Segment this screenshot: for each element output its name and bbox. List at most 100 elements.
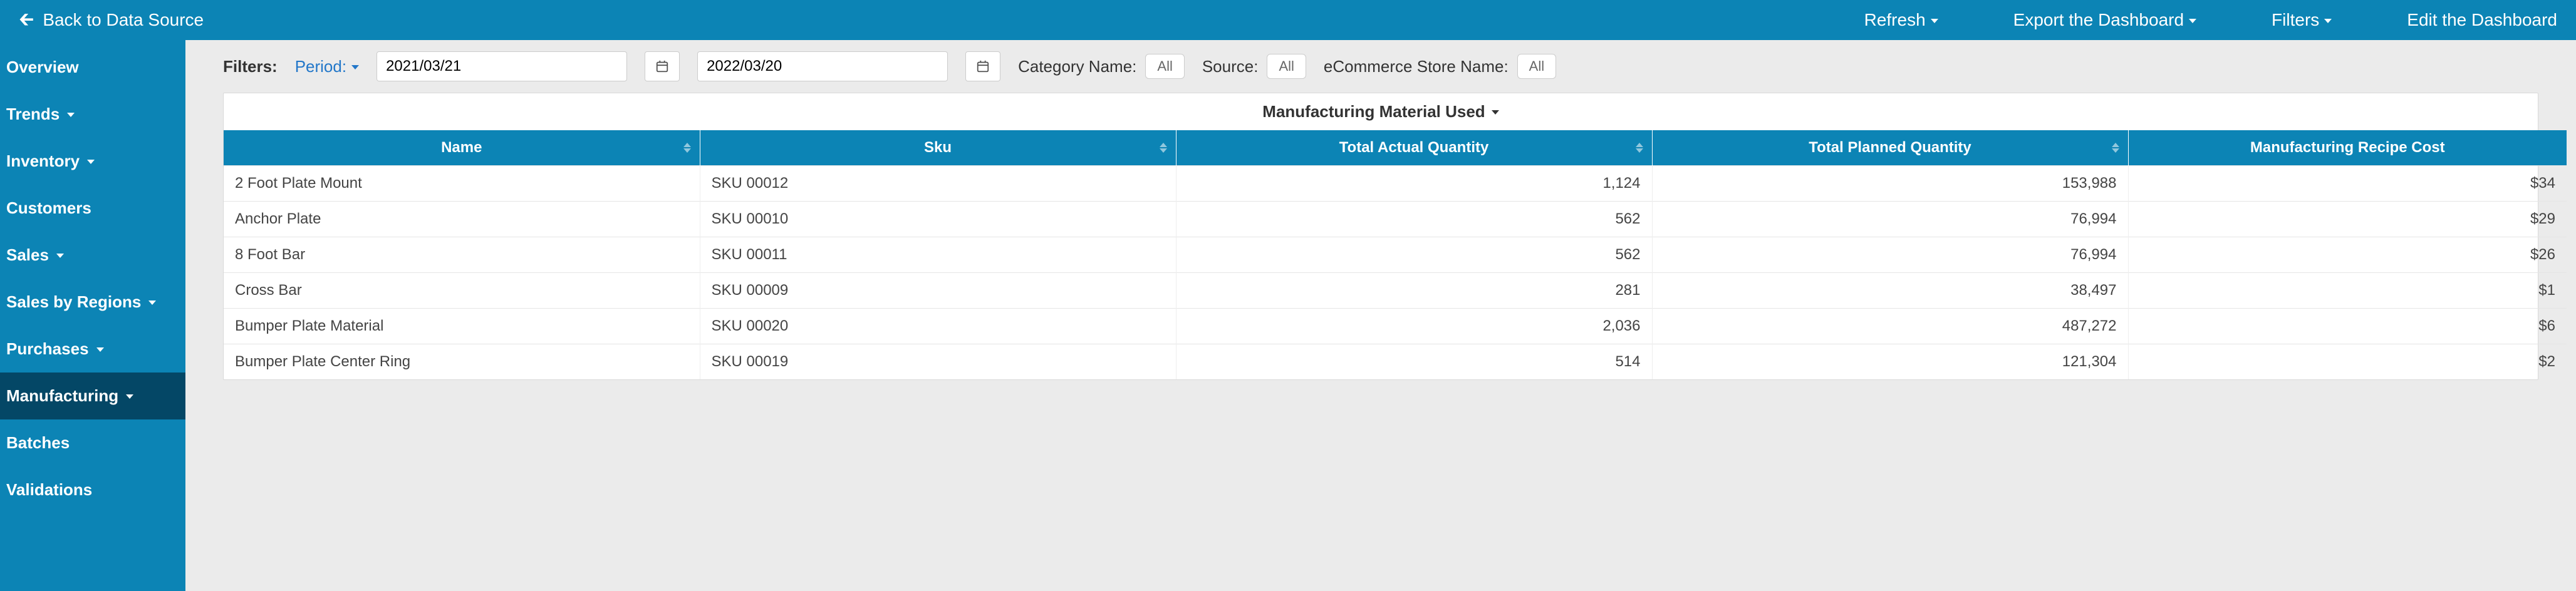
cell-sku: SKU 00009 — [700, 273, 1176, 309]
sidebar-item-sales-by-regions[interactable]: Sales by Regions — [0, 279, 185, 326]
cell-sku: SKU 00011 — [700, 237, 1176, 273]
chevron-down-icon — [56, 254, 64, 258]
col-planned-qty[interactable]: Total Planned Quantity — [1652, 130, 2128, 166]
sidebar-item-label: Overview — [6, 58, 79, 77]
refresh-button[interactable]: Refresh — [1864, 10, 1938, 30]
sidebar-item-label: Trends — [6, 105, 60, 124]
calendar-start-button[interactable] — [645, 51, 680, 81]
sidebar-item-purchases[interactable]: Purchases — [0, 326, 185, 373]
sidebar-item-label: Purchases — [6, 339, 89, 359]
sidebar-item-trends[interactable]: Trends — [0, 91, 185, 138]
sidebar-item-manufacturing[interactable]: Manufacturing — [0, 373, 185, 419]
filters-dropdown-button[interactable]: Filters — [2272, 10, 2332, 30]
sidebar: Overview Trends Inventory Customers Sales Sal… — [0, 40, 185, 591]
cell-planned-qty: 153,988 — [1652, 166, 2128, 202]
topbar: 🡰 Back to Data Source Refresh Export the… — [0, 0, 2576, 40]
back-label: Back to Data Source — [43, 10, 204, 30]
sort-icon — [1636, 143, 1643, 153]
cell-actual-qty: 2,036 — [1176, 309, 1652, 344]
cell-recipe-cost: $26 — [2128, 237, 2567, 273]
store-name-filter[interactable]: All — [1517, 54, 1556, 79]
content: Filters: Period: Category Name: All Sour… — [185, 40, 2576, 591]
cell-planned-qty: 121,304 — [1652, 344, 2128, 380]
material-table: Name Sku Total Actual Quantity Total Pla… — [224, 130, 2567, 379]
chevron-down-icon — [67, 113, 75, 117]
cell-name: Bumper Plate Center Ring — [224, 344, 700, 380]
col-sku[interactable]: Sku — [700, 130, 1176, 166]
sidebar-item-customers[interactable]: Customers — [0, 185, 185, 232]
col-recipe-cost[interactable]: Manufacturing Recipe Cost — [2128, 130, 2567, 166]
panel-manufacturing-material-used: Manufacturing Material Used Name Sku Tot… — [223, 93, 2538, 380]
source-filter[interactable]: All — [1267, 54, 1306, 79]
chevron-down-icon — [2324, 19, 2332, 23]
chevron-down-icon — [148, 301, 156, 305]
cell-sku: SKU 00010 — [700, 202, 1176, 237]
cell-planned-qty: 38,497 — [1652, 273, 2128, 309]
cell-planned-qty: 76,994 — [1652, 237, 2128, 273]
sidebar-item-sales[interactable]: Sales — [0, 232, 185, 279]
chevron-down-icon — [1492, 110, 1499, 115]
chevron-down-icon — [351, 65, 359, 69]
sidebar-item-batches[interactable]: Batches — [0, 419, 185, 466]
cell-name: 2 Foot Plate Mount — [224, 166, 700, 202]
date-start-input[interactable] — [377, 51, 627, 81]
sidebar-item-label: Sales — [6, 245, 49, 265]
calendar-end-button[interactable] — [965, 51, 1000, 81]
edit-dashboard-button[interactable]: Edit the Dashboard — [2407, 10, 2557, 30]
cell-recipe-cost: $6 — [2128, 309, 2567, 344]
sidebar-item-validations[interactable]: Validations — [0, 466, 185, 513]
table-row[interactable]: 8 Foot BarSKU 0001156276,994$26 — [224, 237, 2567, 273]
sort-icon — [683, 143, 691, 153]
sidebar-item-label: Sales by Regions — [6, 292, 141, 312]
period-dropdown[interactable]: Period: — [295, 57, 359, 76]
cell-actual-qty: 1,124 — [1176, 166, 1652, 202]
panel-title-dropdown[interactable]: Manufacturing Material Used — [224, 93, 2538, 130]
sidebar-item-inventory[interactable]: Inventory — [0, 138, 185, 185]
chevron-down-icon — [126, 394, 133, 399]
table-row[interactable]: 2 Foot Plate MountSKU 000121,124153,988$… — [224, 166, 2567, 202]
cell-actual-qty: 562 — [1176, 237, 1652, 273]
sidebar-item-label: Manufacturing — [6, 386, 118, 406]
sidebar-item-overview[interactable]: Overview — [0, 44, 185, 91]
col-actual-qty[interactable]: Total Actual Quantity — [1176, 130, 1652, 166]
cell-name: Anchor Plate — [224, 202, 700, 237]
chevron-down-icon — [96, 347, 104, 352]
cell-actual-qty: 281 — [1176, 273, 1652, 309]
filters-heading: Filters: — [223, 57, 278, 76]
cell-recipe-cost: $29 — [2128, 202, 2567, 237]
category-name-filter[interactable]: All — [1145, 54, 1184, 79]
sort-icon — [2112, 143, 2119, 153]
chevron-down-icon — [2189, 19, 2196, 23]
cell-name: 8 Foot Bar — [224, 237, 700, 273]
table-row[interactable]: Bumper Plate Center RingSKU 00019514121,… — [224, 344, 2567, 380]
cell-name: Bumper Plate Material — [224, 309, 700, 344]
table-row[interactable]: Bumper Plate MaterialSKU 000202,036487,2… — [224, 309, 2567, 344]
cell-planned-qty: 76,994 — [1652, 202, 2128, 237]
back-to-data-source-link[interactable]: 🡰 Back to Data Source — [19, 10, 204, 30]
cell-name: Cross Bar — [224, 273, 700, 309]
calendar-icon — [976, 59, 990, 73]
cell-actual-qty: 514 — [1176, 344, 1652, 380]
table-row[interactable]: Cross BarSKU 0000928138,497$1 — [224, 273, 2567, 309]
filters-bar: Filters: Period: Category Name: All Sour… — [185, 40, 2576, 93]
cell-sku: SKU 00012 — [700, 166, 1176, 202]
date-end-input[interactable] — [697, 51, 948, 81]
sidebar-item-label: Validations — [6, 480, 92, 500]
cell-recipe-cost: $2 — [2128, 344, 2567, 380]
cell-actual-qty: 562 — [1176, 202, 1652, 237]
cell-recipe-cost: $1 — [2128, 273, 2567, 309]
cell-recipe-cost: $34 — [2128, 166, 2567, 202]
topbar-actions: Refresh Export the Dashboard Filters Edi… — [1864, 10, 2557, 30]
col-name[interactable]: Name — [224, 130, 700, 166]
arrow-left-icon: 🡰 — [19, 11, 34, 29]
chevron-down-icon — [1931, 19, 1938, 23]
export-dashboard-button[interactable]: Export the Dashboard — [2013, 10, 2196, 30]
category-name-label: Category Name: — [1018, 57, 1136, 76]
chevron-down-icon — [87, 160, 95, 164]
table-row[interactable]: Anchor PlateSKU 0001056276,994$29 — [224, 202, 2567, 237]
cell-planned-qty: 487,272 — [1652, 309, 2128, 344]
store-name-label: eCommerce Store Name: — [1324, 57, 1509, 76]
layout: Overview Trends Inventory Customers Sales Sal… — [0, 40, 2576, 591]
sidebar-item-label: Inventory — [6, 152, 80, 171]
calendar-icon — [655, 59, 669, 73]
